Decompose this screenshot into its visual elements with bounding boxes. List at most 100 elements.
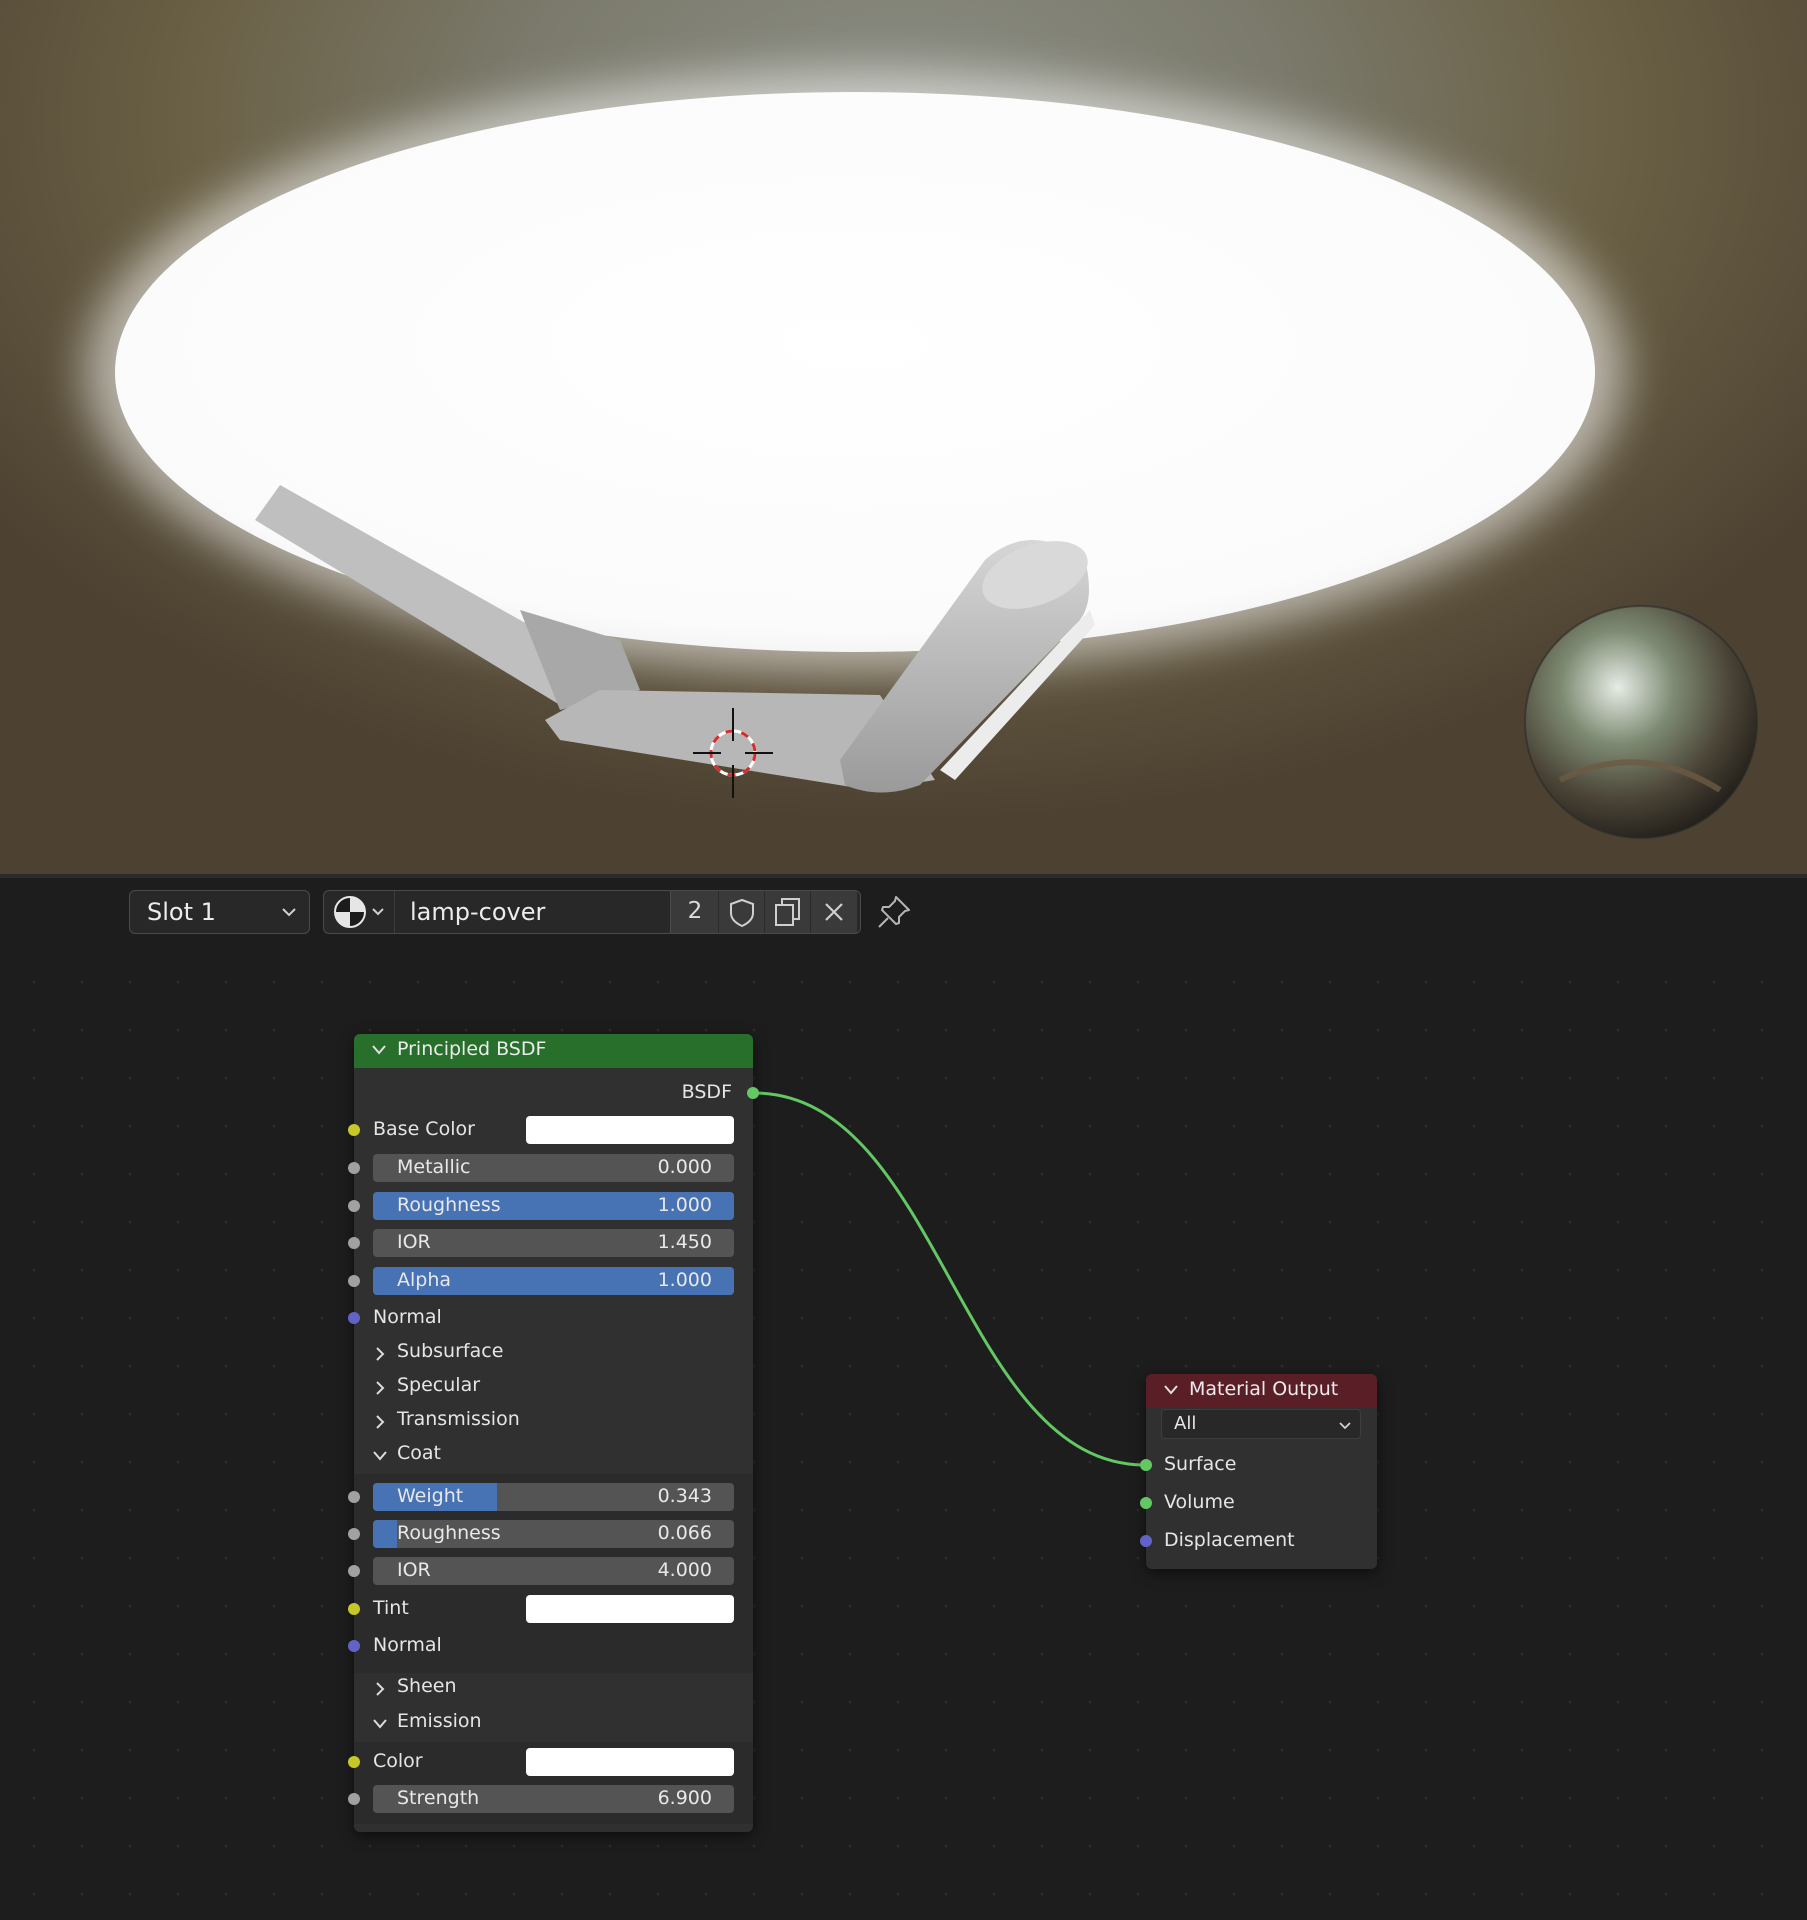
surface-label: Surface: [1164, 1453, 1237, 1475]
coat-normal-socket[interactable]: [348, 1640, 360, 1652]
normal-row: Normal: [348, 1303, 753, 1333]
panel-label: Sheen: [397, 1675, 457, 1697]
material-output-node[interactable]: Material Output All Surface Volume Displ…: [1140, 1374, 1377, 1569]
metallic-socket[interactable]: [348, 1162, 360, 1174]
slider-value: 1.000: [657, 1269, 712, 1291]
displacement-input-row: Displacement: [1140, 1526, 1377, 1556]
coat-roughness-socket[interactable]: [348, 1528, 360, 1540]
slider-label: Roughness: [397, 1194, 501, 1216]
slider-label: Metallic: [397, 1156, 471, 1178]
principled-bsdf-node[interactable]: Principled BSDF BSDF Base Color Metallic…: [348, 1034, 759, 1832]
panel-sheen[interactable]: Sheen: [354, 1672, 753, 1702]
volume-label: Volume: [1164, 1491, 1235, 1513]
slider-value: 0.066: [657, 1522, 712, 1544]
coat-weight-row: Weight 0.343: [348, 1482, 753, 1512]
coat-tint-swatch[interactable]: [526, 1595, 734, 1623]
chevron-right-icon: [376, 1381, 385, 1395]
emission-strength-socket[interactable]: [348, 1793, 360, 1805]
surface-input-row: Surface: [1140, 1450, 1377, 1480]
slider-value: 4.000: [657, 1559, 712, 1581]
base-color-row: Base Color: [348, 1115, 753, 1145]
alpha-row: Alpha 1.000: [348, 1266, 753, 1296]
coat-tint-row: Tint: [348, 1594, 753, 1624]
render-target-value: All: [1174, 1413, 1197, 1434]
metallic-slider[interactable]: Metallic 0.000: [373, 1154, 734, 1182]
chevron-down-icon: [373, 1719, 387, 1729]
emission-color-label: Color: [373, 1750, 423, 1772]
node-title: Principled BSDF: [397, 1038, 547, 1060]
chevron-right-icon: [376, 1682, 385, 1696]
emission-color-swatch[interactable]: [526, 1748, 734, 1776]
chevron-down-icon: [1339, 1422, 1351, 1430]
roughness-slider[interactable]: Roughness 1.000: [373, 1192, 734, 1220]
slider-label: Alpha: [397, 1269, 452, 1291]
ior-field[interactable]: IOR 1.450: [373, 1229, 734, 1257]
bsdf-output-label: BSDF: [681, 1081, 732, 1103]
coat-tint-socket[interactable]: [348, 1603, 360, 1615]
node-title: Material Output: [1189, 1378, 1339, 1400]
roughness-socket[interactable]: [348, 1200, 360, 1212]
coat-tint-label: Tint: [373, 1597, 409, 1619]
slider-value: 6.900: [657, 1787, 712, 1809]
slider-label: Roughness: [397, 1522, 501, 1544]
chevron-down-icon[interactable]: [1163, 1384, 1179, 1396]
render-target-dropdown[interactable]: All: [1161, 1409, 1361, 1439]
displacement-input-socket[interactable]: [1140, 1535, 1152, 1547]
slider-label: IOR: [397, 1231, 431, 1253]
displacement-label: Displacement: [1164, 1529, 1295, 1551]
coat-ior-row: IOR 4.000: [348, 1556, 753, 1586]
panel-label: Subsurface: [397, 1340, 504, 1362]
slider-value: 0.000: [657, 1156, 712, 1178]
coat-weight-socket[interactable]: [348, 1491, 360, 1503]
node-header[interactable]: Principled BSDF: [354, 1034, 753, 1068]
emission-strength-row: Strength 6.900: [348, 1784, 753, 1814]
panel-label: Transmission: [397, 1408, 520, 1430]
coat-roughness-row: Roughness 0.066: [348, 1519, 753, 1549]
base-color-socket[interactable]: [348, 1124, 360, 1136]
node-header[interactable]: Material Output: [1146, 1374, 1377, 1408]
panel-emission[interactable]: Emission: [354, 1707, 753, 1737]
panel-label: Specular: [397, 1374, 481, 1396]
bsdf-output-row: BSDF: [354, 1078, 759, 1108]
slider-fill: [373, 1520, 397, 1548]
surface-input-socket[interactable]: [1140, 1459, 1152, 1471]
slider-label: IOR: [397, 1559, 431, 1581]
coat-weight-slider[interactable]: Weight 0.343: [373, 1483, 734, 1511]
metallic-row: Metallic 0.000: [348, 1153, 753, 1183]
coat-normal-row: Normal: [348, 1631, 753, 1661]
panel-coat[interactable]: Coat: [354, 1439, 753, 1469]
ior-row: IOR 1.450: [348, 1228, 753, 1258]
chevron-right-icon: [376, 1415, 385, 1429]
coat-ior-field[interactable]: IOR 4.000: [373, 1557, 734, 1585]
panel-transmission[interactable]: Transmission: [354, 1405, 753, 1435]
chevron-down-icon: [373, 1451, 387, 1461]
chevron-right-icon: [376, 1347, 385, 1361]
alpha-slider[interactable]: Alpha 1.000: [373, 1267, 734, 1295]
alpha-socket[interactable]: [348, 1275, 360, 1287]
coat-ior-socket[interactable]: [348, 1565, 360, 1577]
bsdf-output-socket[interactable]: [747, 1087, 759, 1099]
base-color-swatch[interactable]: [526, 1116, 734, 1144]
chevron-down-icon[interactable]: [371, 1044, 387, 1056]
ior-socket[interactable]: [348, 1237, 360, 1249]
slider-value: 0.343: [657, 1485, 712, 1507]
volume-input-row: Volume: [1140, 1488, 1377, 1518]
normal-socket[interactable]: [348, 1312, 360, 1324]
panel-label: Emission: [397, 1710, 482, 1732]
coat-roughness-slider[interactable]: Roughness 0.066: [373, 1520, 734, 1548]
panel-subsurface[interactable]: Subsurface: [354, 1337, 753, 1367]
slider-label: Weight: [397, 1485, 464, 1507]
roughness-row: Roughness 1.000: [348, 1191, 753, 1221]
slider-label: Strength: [397, 1787, 480, 1809]
slider-value: 1.450: [657, 1231, 712, 1253]
emission-strength-field[interactable]: Strength 6.900: [373, 1785, 734, 1813]
base-color-label: Base Color: [373, 1118, 475, 1140]
node-link-bsdf-to-surface[interactable]: [0, 0, 1807, 1920]
panel-specular[interactable]: Specular: [354, 1371, 753, 1401]
coat-normal-label: Normal: [373, 1634, 442, 1656]
slider-value: 1.000: [657, 1194, 712, 1216]
volume-input-socket[interactable]: [1140, 1497, 1152, 1509]
panel-label: Coat: [397, 1442, 441, 1464]
emission-color-row: Color: [348, 1747, 753, 1777]
emission-color-socket[interactable]: [348, 1756, 360, 1768]
